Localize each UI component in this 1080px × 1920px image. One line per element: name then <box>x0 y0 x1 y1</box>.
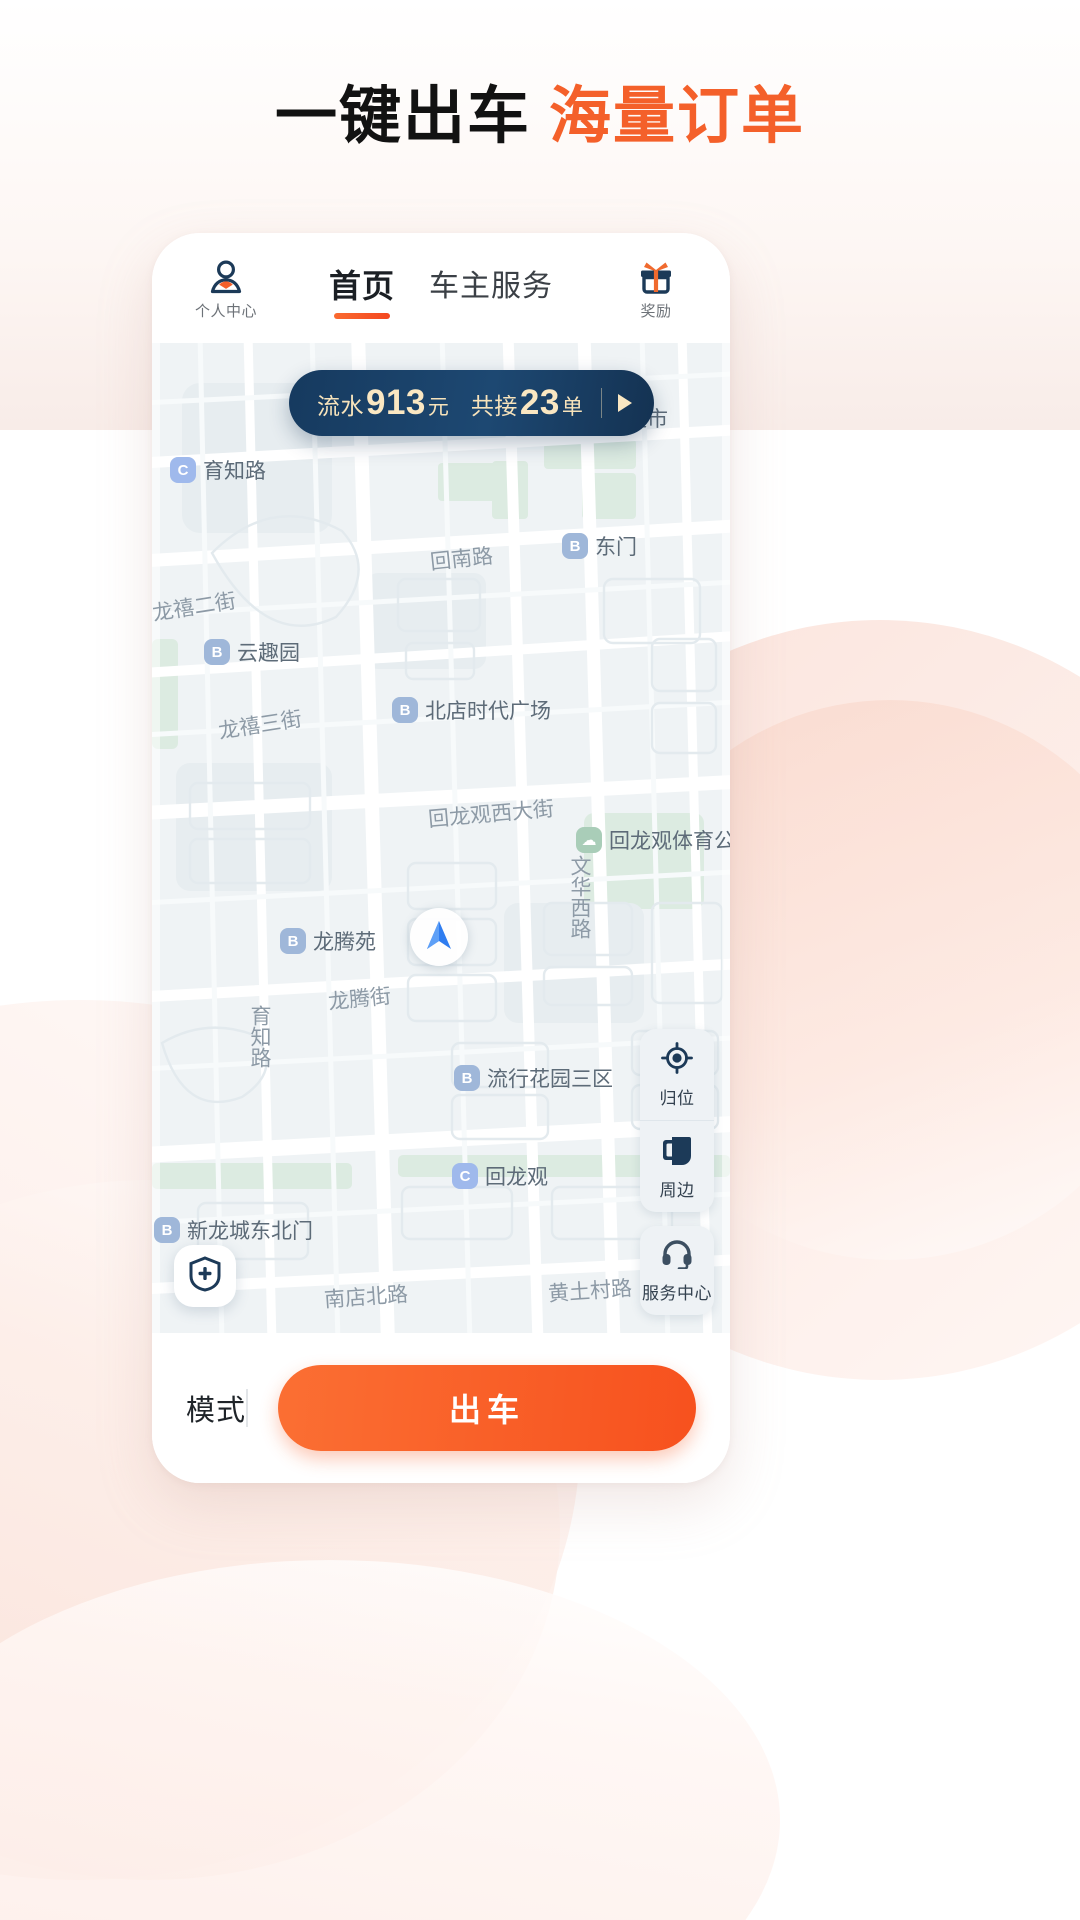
orders-unit: 单 <box>561 396 583 419</box>
current-location-marker <box>410 908 468 966</box>
building-icon: B <box>454 1065 480 1091</box>
app-header: 个人中心 首页 车主服务 奖励 <box>152 233 730 343</box>
nearby-label: 周边 <box>659 1181 695 1200</box>
recenter-button[interactable]: 归位 <box>640 1029 714 1120</box>
nearby-button[interactable]: 周边 <box>640 1120 714 1212</box>
bottom-action-bar: 模式 出车 <box>152 1333 730 1483</box>
map-road-label: 黄土村路 <box>547 1277 633 1306</box>
navigation-arrow-icon <box>424 919 454 956</box>
tab-owner-service-label: 车主服务 <box>429 270 553 303</box>
gift-icon <box>636 259 676 297</box>
mode-label: 模式 <box>186 1395 247 1427</box>
recenter-label: 归位 <box>659 1089 695 1108</box>
tab-owner-service[interactable]: 车主服务 <box>429 261 553 317</box>
safety-shield-button[interactable] <box>174 1245 236 1307</box>
revenue-unit: 元 <box>427 396 449 419</box>
service-center-button[interactable]: 服务中心 <box>640 1226 714 1315</box>
earnings-summary-pill[interactable]: 流水 913 元 共接 23 单 <box>289 370 654 436</box>
metro-icon: C <box>170 457 196 483</box>
map-poi-label: 新龙城东北门 <box>187 1220 313 1243</box>
orders-value: 23 <box>519 383 560 422</box>
revenue-value: 913 <box>366 383 426 422</box>
building-icon: B <box>392 697 418 723</box>
map-poi-label: 育知路 <box>203 460 266 483</box>
map-control-group-primary: 归位 周边 <box>640 1029 714 1212</box>
building-icon: B <box>154 1217 180 1243</box>
map-poi-label: 东门 <box>595 536 637 559</box>
park-icon: ☁ <box>576 827 602 853</box>
map-poi[interactable]: ☁ 回龙观体育公 <box>576 825 730 855</box>
page-title-primary: 一键出车 <box>274 82 531 151</box>
reward-label: 奖励 <box>640 303 672 320</box>
play-arrow-icon[interactable] <box>617 394 632 412</box>
user-icon <box>207 259 245 297</box>
revenue-label: 流水 <box>317 393 364 419</box>
map-road-label: 南店北路 <box>323 1283 409 1312</box>
service-center-label: 服务中心 <box>642 1284 712 1303</box>
map-road-label: 文华西路 <box>568 855 591 939</box>
map-road-label: 育知路 <box>248 1005 271 1068</box>
orders-label: 共接 <box>470 393 518 419</box>
tab-home[interactable]: 首页 <box>329 261 395 319</box>
map-poi-label: 回龙观 <box>485 1166 548 1189</box>
building-icon: B <box>280 928 306 954</box>
map-control-stack: 归位 周边 服务中心 <box>640 1029 714 1315</box>
page-title: 一键出车 海量订单 <box>0 86 1080 148</box>
revenue-stat: 流水 913 元 <box>317 383 449 423</box>
headset-icon <box>661 1240 693 1273</box>
page-title-accent: 海量订单 <box>549 82 806 151</box>
shield-plus-icon <box>188 1255 222 1297</box>
map-poi[interactable]: B 云趣园 <box>204 637 300 667</box>
background-blob-bottom <box>0 1560 780 1920</box>
reward-entry[interactable]: 奖励 <box>608 259 704 321</box>
metro-icon: C <box>452 1163 478 1189</box>
map-poi[interactable]: C 育知路 <box>170 455 266 485</box>
profile-label: 个人中心 <box>194 303 257 320</box>
map-poi[interactable]: B 东门 <box>562 531 637 561</box>
map-poi-label: 北店时代广场 <box>425 700 551 723</box>
map-poi[interactable]: B 北店时代广场 <box>392 695 551 725</box>
map-view[interactable]: 流水 913 元 共接 23 单 C育知路 华联超市 B东门 B云趣园 B北店时… <box>152 343 730 1333</box>
map-poi-label: 回龙观体育公 <box>609 830 730 853</box>
map-control-group-support: 服务中心 <box>640 1226 714 1315</box>
map-poi[interactable]: C 回龙观 <box>452 1161 548 1191</box>
pill-divider <box>600 388 602 418</box>
orders-stat: 共接 23 单 <box>471 383 583 423</box>
map-poi-label: 流行花园三区 <box>487 1068 613 1091</box>
map-poi[interactable]: B 新龙城东北门 <box>154 1215 313 1245</box>
bottom-bar-divider <box>246 1389 249 1427</box>
building-icon: B <box>562 533 588 559</box>
tab-home-label: 首页 <box>328 268 395 304</box>
map-poi[interactable]: B 流行花园三区 <box>454 1063 613 1093</box>
map-left-edge-veil <box>152 343 160 1333</box>
go-online-label: 出车 <box>449 1392 526 1428</box>
layers-icon <box>661 1137 693 1170</box>
map-poi-label: 龙腾苑 <box>313 931 376 954</box>
recenter-icon <box>661 1042 693 1078</box>
mode-button[interactable]: 模式 <box>186 1387 246 1429</box>
building-icon: B <box>204 639 230 665</box>
go-online-button[interactable]: 出车 <box>278 1365 696 1451</box>
phone-mockup: 个人中心 首页 车主服务 奖励 流水 913 元 共接 23 单 C 育知路 B… <box>152 233 730 1483</box>
header-tabs: 首页 车主服务 <box>274 259 608 319</box>
profile-entry[interactable]: 个人中心 <box>178 259 274 321</box>
map-poi[interactable]: B 龙腾苑 <box>280 926 376 956</box>
map-poi-label: 云趣园 <box>237 642 300 665</box>
